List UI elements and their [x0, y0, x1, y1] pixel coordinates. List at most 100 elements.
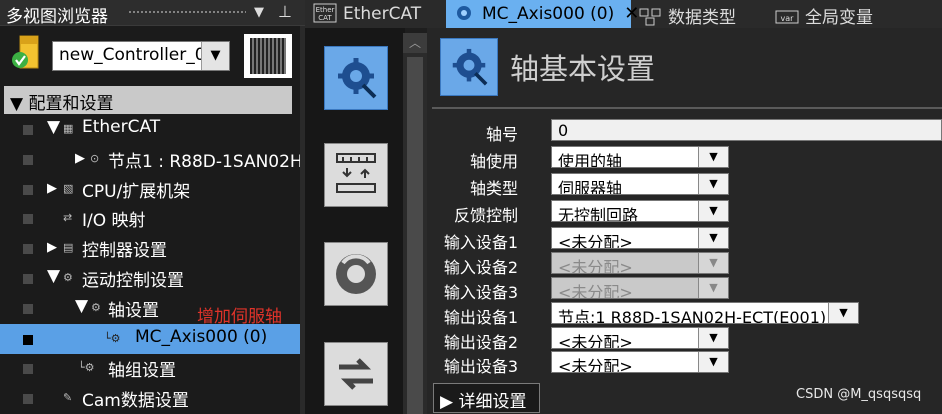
cam-icon: ✎	[63, 391, 73, 404]
status-box	[23, 244, 33, 254]
output-device-3-select[interactable]: <未分配> ▼	[551, 351, 729, 373]
output-device-2-select[interactable]: <未分配> ▼	[551, 327, 729, 349]
tree-label: 节点1 : R88D-1SAN02H	[108, 152, 303, 172]
tab-label: 数据类型	[668, 8, 736, 28]
status-box	[23, 125, 33, 135]
tree-item-axis-group[interactable]: └⚙ 轴组设置	[0, 353, 305, 383]
dropdown-arrow-icon[interactable]: ▼	[254, 5, 264, 20]
drag-grip[interactable]	[128, 10, 246, 15]
controller-check-icon	[12, 35, 39, 69]
status-box	[23, 155, 33, 165]
expand-icon[interactable]: ▶	[47, 240, 57, 255]
watermark: CSDN @M_qsqsqsq	[796, 387, 922, 402]
tab-label: EtherCAT	[343, 4, 422, 24]
axis-use-select[interactable]: 使用的轴 ▼	[551, 146, 729, 168]
axis-number-field[interactable]: 0	[551, 119, 942, 141]
gear-icon	[338, 58, 377, 99]
expand-icon[interactable]: ▼	[75, 296, 88, 316]
tree-label: 轴设置	[108, 301, 159, 321]
tree-item-cam-data[interactable]: ✎ Cam数据设置	[0, 383, 305, 413]
chevron-down-icon[interactable]: ▼	[698, 328, 728, 348]
label-axis-use: 轴使用	[469, 152, 518, 171]
chevron-down-icon[interactable]: ▼	[698, 352, 728, 372]
scroll-up-icon[interactable]: ︿	[403, 33, 427, 53]
status-box	[23, 214, 33, 224]
svg-text:Ether: Ether	[316, 6, 335, 14]
chevron-down-icon[interactable]: ▼	[698, 174, 728, 194]
chevron-down-icon[interactable]: ▼	[698, 228, 728, 248]
tree-item-mc-axis000[interactable]: └⚙ MC_Axis000 (0)	[0, 324, 305, 354]
label-axis-type: 轴类型	[469, 179, 518, 198]
status-box	[23, 394, 33, 404]
multiview-explorer: 多视图浏览器 ▼ ⊥ new_Controller_0 ▼ ▼ 配置和设置 ▼ …	[0, 0, 305, 414]
status-box	[23, 304, 33, 314]
tab-global-vars[interactable]: var 全局变量	[775, 0, 873, 28]
tree-item-controller-settings[interactable]: ▶ ▤ 控制器设置	[0, 233, 305, 263]
feedback-control-select[interactable]: 无控制回路 ▼	[551, 200, 729, 222]
operation-settings-button[interactable]	[324, 242, 388, 306]
section-config-settings[interactable]: ▼ 配置和设置	[4, 86, 292, 114]
chevron-down-icon[interactable]: ▼	[828, 303, 858, 323]
tab-data-types[interactable]: 数据类型	[638, 0, 736, 28]
detailed-settings-button[interactable]: ▶ 详细设置	[433, 383, 540, 413]
input-device-2-value: <未分配>	[558, 258, 633, 274]
expand-icon[interactable]: ▼	[47, 266, 60, 286]
status-box	[23, 335, 33, 345]
axis-type-value: 伺服器轴	[558, 179, 623, 195]
controller-image-icon	[244, 34, 292, 78]
chevron-down-icon[interactable]: ▼	[698, 201, 728, 221]
axis-basic-settings-button[interactable]	[324, 46, 388, 110]
page-title: 轴基本设置	[510, 52, 656, 86]
status-box	[23, 185, 33, 195]
label-axis-number: 轴号	[485, 125, 518, 144]
io-map-icon: ⇄	[63, 211, 73, 224]
label-feedback-control: 反馈控制	[453, 206, 518, 225]
output-device-2-value: <未分配>	[558, 333, 633, 349]
chevron-down-icon[interactable]: ▼	[201, 42, 229, 70]
section-config-label: 配置和设置	[28, 94, 114, 114]
pin-icon[interactable]: ⊥	[278, 2, 292, 21]
swap-arrows-icon	[339, 358, 373, 390]
tree-item-motion-control[interactable]: ▼ ⚙ 运动控制设置	[0, 263, 305, 293]
label-input-device-2: 输入设备2	[443, 258, 518, 277]
editor-tab-bar: Ether CAT EtherCAT MC_Axis000 (0) ✕ 数据类型 …	[305, 0, 942, 28]
input-device-3-value: <未分配>	[558, 283, 633, 299]
tree-item-node1[interactable]: ▶ ⊙ 节点1 : R88D-1SAN02H	[0, 144, 305, 174]
header-divider	[432, 107, 942, 109]
strip-scrollbar[interactable]: ︿	[403, 33, 427, 414]
tab-mc-axis000[interactable]: MC_Axis000 (0) ✕	[446, 0, 639, 28]
tab-ethercat[interactable]: Ether CAT EtherCAT	[313, 0, 421, 28]
gear-icon: ⚙	[91, 301, 101, 314]
axis-type-select[interactable]: 伺服器轴 ▼	[551, 173, 729, 195]
node-icon: ⊙	[90, 152, 100, 165]
label-input-device-3: 输入设备3	[443, 283, 518, 302]
expand-icon[interactable]: ▶	[47, 181, 57, 196]
unit-conversion-button[interactable]	[324, 143, 388, 207]
tree-item-io-map[interactable]: ⇄ I/O 映射	[0, 203, 305, 233]
section-expand-icon[interactable]: ▼	[10, 94, 23, 114]
tree-label: 轴组设置	[108, 361, 176, 381]
other-settings-button[interactable]	[324, 342, 388, 406]
output-device-3-value: <未分配>	[558, 357, 633, 373]
chevron-down-icon[interactable]: ▼	[698, 147, 728, 167]
status-box	[23, 364, 33, 374]
output-device-1-select[interactable]: 节点:1 R88D-1SAN02H-ECT(E001) ▼	[551, 302, 859, 324]
axis-number-value: 0	[558, 121, 569, 140]
svg-text:CAT: CAT	[318, 14, 332, 22]
axis-use-value: 使用的轴	[558, 152, 623, 168]
expand-icon[interactable]: ▼	[47, 117, 60, 137]
controller-select[interactable]: new_Controller_0 ▼	[52, 41, 230, 71]
feedback-control-value: 无控制回路	[558, 206, 639, 222]
scroll-thumb[interactable]	[407, 57, 423, 414]
expand-icon[interactable]: ▶	[75, 151, 85, 166]
input-device-2-select: <未分配> ▼	[551, 252, 729, 274]
tree-label: 控制器设置	[82, 241, 167, 261]
tree-item-cpu-rack[interactable]: ▶ ▧ CPU/扩展机架	[0, 174, 305, 204]
settings-nav-strip	[305, 28, 405, 414]
tree-label: Cam数据设置	[82, 391, 189, 411]
gear-icon	[452, 48, 488, 86]
input-device-1-select[interactable]: <未分配> ▼	[551, 227, 729, 249]
status-box	[23, 274, 33, 284]
tree-item-ethercat[interactable]: ▼ ▦ EtherCAT	[0, 114, 305, 144]
gear-icon	[457, 6, 471, 20]
